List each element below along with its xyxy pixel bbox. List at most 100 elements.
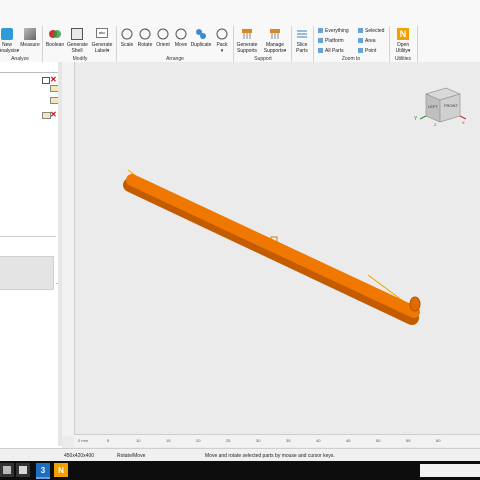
generate-label-button[interactable]: abc Generate Label▾: [91, 28, 113, 54]
tree-row[interactable]: [0, 97, 59, 105]
generate-supports-button[interactable]: Generate Supports: [235, 28, 259, 54]
platform-dimensions: 450x420x400: [64, 453, 95, 459]
ruler-tick-label: 30: [256, 438, 261, 443]
zoom-area-button[interactable]: Area: [358, 38, 376, 44]
scale-label: Scale: [120, 42, 134, 48]
slice-icon: [296, 28, 308, 40]
taskbar-app-3[interactable]: 3: [36, 463, 50, 477]
zoom-selected-icon: [358, 28, 363, 34]
zoom-everything-button[interactable]: Everything: [318, 28, 349, 34]
zoom-all-parts-icon: [318, 48, 323, 54]
active-indicator: [36, 477, 50, 479]
measure-icon: [24, 28, 36, 40]
orient-label: Orient: [156, 42, 170, 48]
generate-shell-label: Generate Shell: [67, 42, 88, 54]
tree-row[interactable]: ✕: [0, 110, 58, 120]
ruler-tick-label: 50: [376, 438, 381, 443]
ruler-tick-label: 40: [316, 438, 321, 443]
axis-z-label: Z: [434, 122, 437, 127]
move-icon: [175, 28, 187, 40]
manage-supports-button[interactable]: Manage Supports▾: [262, 28, 288, 54]
taskbar-search-box[interactable]: [420, 464, 480, 477]
manage-supports-icon: [269, 28, 281, 40]
axis-y-label: Y: [414, 116, 418, 122]
group-separator: [42, 26, 43, 62]
tree-row[interactable]: [0, 85, 59, 93]
supports-icon: [241, 28, 253, 40]
zoom-everything-label: Everything: [325, 28, 349, 34]
measure-label: Measure: [20, 42, 40, 48]
slice-parts-button[interactable]: Slice Parts: [292, 28, 312, 54]
zoom-point-label: Point: [365, 48, 377, 54]
ruler-tick-label: 15: [166, 438, 171, 443]
zoom-platform-label: Platform: [325, 38, 344, 44]
pack-icon: [216, 28, 228, 40]
group-separator: [116, 26, 117, 62]
analysis-icon: [1, 28, 13, 40]
taskbar-netfabb[interactable]: N: [54, 463, 68, 477]
generate-shell-button[interactable]: Generate Shell: [67, 28, 88, 54]
ruler-tick-label: 20: [196, 438, 201, 443]
taskbar-app-icon[interactable]: [0, 463, 14, 477]
close-icon[interactable]: ✕: [50, 110, 57, 119]
tree-row[interactable]: ✕: [0, 75, 58, 84]
netfabb-icon: N: [58, 465, 64, 475]
ruler-tick-label: 10: [136, 438, 141, 443]
zoom-all-parts-button[interactable]: All Parts: [318, 48, 344, 54]
ruler-unit-label: 0 mm: [78, 438, 88, 443]
pack-label: Pack ▾: [216, 42, 228, 54]
ruler-tick-label: 60: [436, 438, 441, 443]
shell-icon: [71, 28, 83, 40]
ruler-tick-label: 55: [406, 438, 411, 443]
zoom-selected-label: Selected: [365, 28, 385, 34]
3d-viewport[interactable]: LEFT FRONT Y Z X: [62, 62, 480, 448]
zoom-point-icon: [358, 48, 363, 54]
open-utility-label: Open Utility▾: [395, 42, 411, 54]
pack-button[interactable]: Pack ▾: [214, 28, 230, 54]
viewcube-left-face[interactable]: LEFT: [428, 104, 438, 109]
boolean-button[interactable]: Boolean: [45, 28, 65, 48]
netfabb-icon: N: [397, 28, 409, 40]
new-analysis-label: New Analysis▾: [0, 42, 20, 54]
rod-part[interactable]: [126, 174, 420, 318]
zoom-selected-button[interactable]: Selected: [358, 28, 384, 34]
view-cube[interactable]: LEFT FRONT Y Z X: [414, 78, 468, 128]
status-hint: Move and rotate selected parts by mouse …: [205, 453, 335, 459]
zoom-everything-icon: [318, 28, 323, 34]
new-analysis-button[interactable]: New Analysis▾: [0, 28, 20, 54]
app-icon: [19, 466, 27, 474]
scale-button[interactable]: Scale: [118, 28, 136, 48]
windows-taskbar: 3 N: [0, 461, 480, 480]
ribbon-toolbar: New Analysis▾ Measure Analyze Boolean Ge…: [0, 0, 480, 63]
properties-header: [0, 256, 54, 290]
ruler-tick-label: 25: [226, 438, 231, 443]
checkbox-icon[interactable]: [42, 77, 50, 84]
app-3-icon: 3: [40, 465, 46, 475]
zoom-point-button[interactable]: Point: [358, 48, 376, 54]
zoom-platform-button[interactable]: Platform: [318, 38, 344, 44]
rotate-button[interactable]: Rotate: [136, 28, 154, 48]
rod-end-cap: [409, 296, 421, 312]
group-separator: [417, 26, 418, 62]
open-utility-button[interactable]: N Open Utility▾: [392, 28, 414, 54]
rotate-icon: [139, 28, 151, 40]
horizontal-ruler: 0 mm 5 10 15 20 25 30 35 40 45 50 55 60: [74, 434, 480, 447]
rotate-label: Rotate: [137, 42, 153, 48]
ruler-tick-label: 45: [346, 438, 351, 443]
measure-button[interactable]: Measure: [20, 28, 40, 48]
duplicate-icon: [195, 28, 207, 40]
boolean-label: Boolean: [45, 42, 65, 48]
duplicate-button[interactable]: Duplicate: [190, 28, 212, 48]
viewcube-front-face[interactable]: FRONT: [444, 103, 458, 108]
zoom-all-parts-label: All Parts: [325, 48, 344, 54]
manage-supports-label: Manage Supports▾: [263, 42, 287, 54]
zoom-platform-icon: [318, 38, 323, 44]
move-button[interactable]: Move: [172, 28, 190, 48]
orient-button[interactable]: Orient: [154, 28, 172, 48]
taskbar-app-icon[interactable]: [16, 463, 30, 477]
slice-parts-label: Slice Parts: [296, 42, 308, 54]
orient-icon: [157, 28, 169, 40]
label-icon: abc: [96, 28, 108, 38]
close-icon[interactable]: ✕: [50, 75, 57, 84]
scale-icon: [121, 28, 133, 40]
